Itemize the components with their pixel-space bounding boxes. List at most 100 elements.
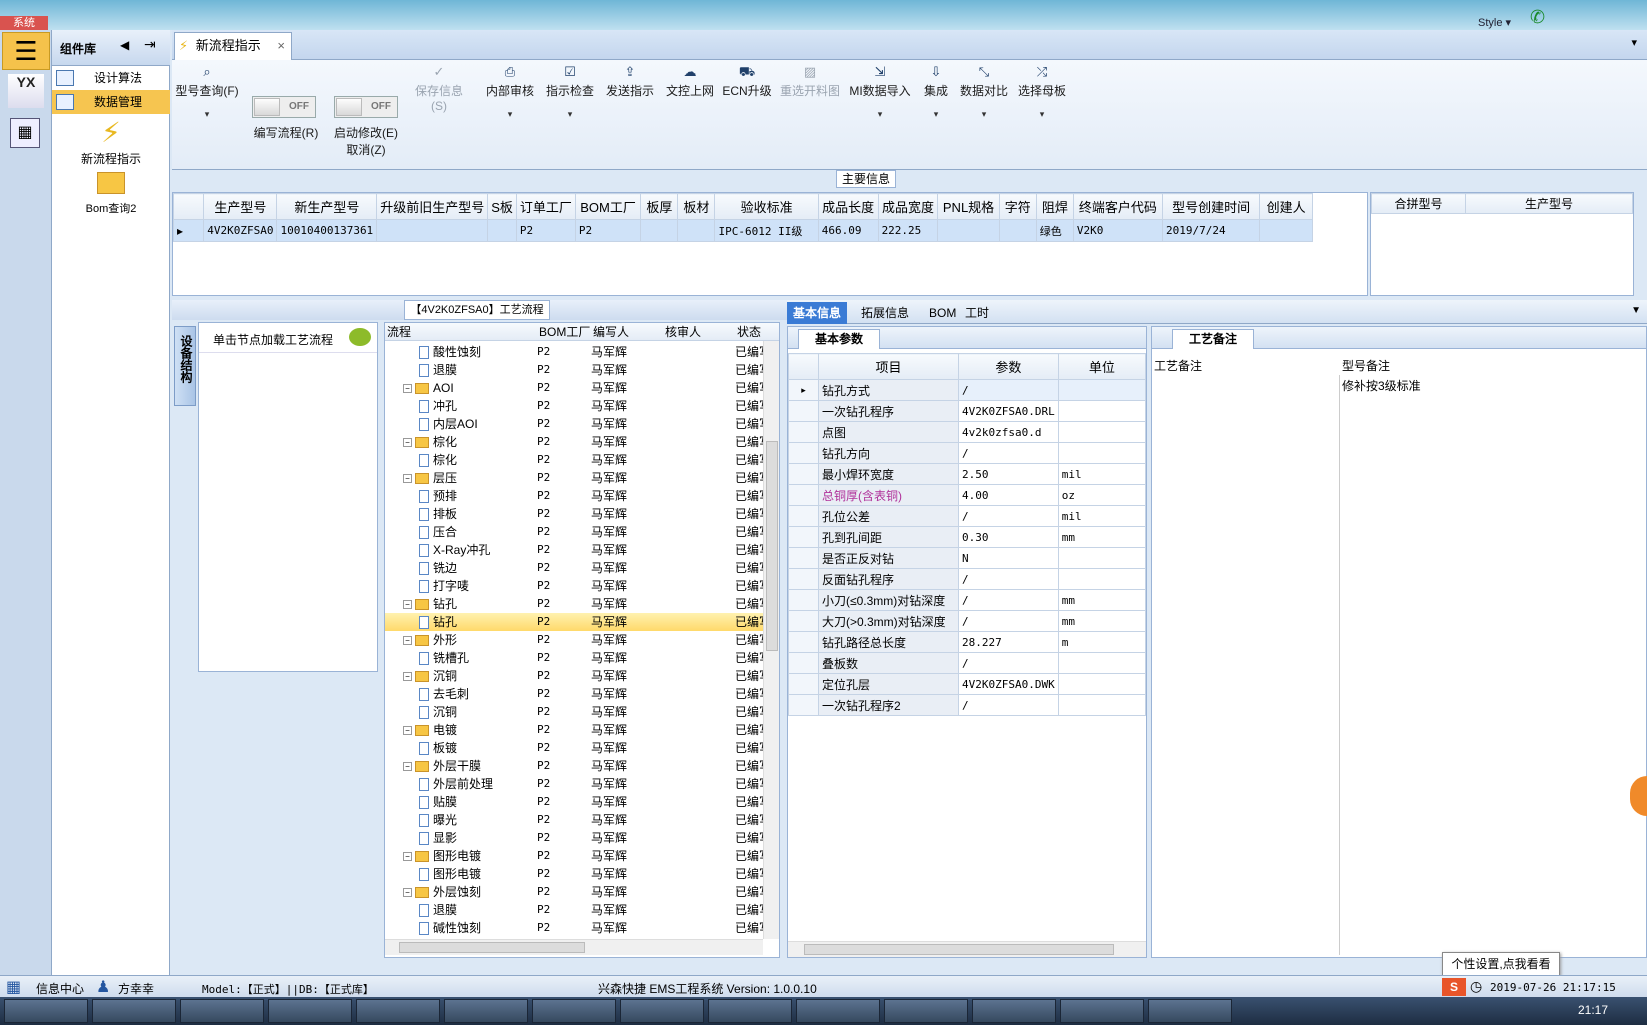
instruction-check-button[interactable]: ☑ 指示检查 ▾ bbox=[544, 64, 596, 120]
process-tree-row[interactable]: − 图形电镀 P2 马军辉 已编写 bbox=[385, 847, 763, 865]
process-tree-row[interactable]: − 层压 P2 马军辉 已编写 bbox=[385, 469, 763, 487]
write-process-toggle[interactable]: OFF bbox=[252, 96, 316, 118]
col-process[interactable]: 流程 bbox=[387, 323, 411, 341]
ecn-upgrade-button[interactable]: ⛟ ECN升级 bbox=[722, 64, 772, 99]
tab-new-process[interactable]: ⚡ 新流程指示 × bbox=[174, 32, 292, 60]
param-row[interactable]: 孔位公差 / mil bbox=[788, 505, 1147, 527]
process-tree-row[interactable]: 显影 P2 马军辉 已编写 bbox=[385, 829, 763, 847]
chevron-down-icon[interactable]: ▾ bbox=[848, 109, 912, 120]
param-row[interactable]: 叠板数 / bbox=[788, 652, 1147, 674]
collapse-icon[interactable]: − bbox=[403, 762, 412, 772]
collapse-icon[interactable]: − bbox=[403, 600, 412, 610]
main-info-column[interactable]: BOM工厂 bbox=[574, 193, 642, 220]
reselect-cut-image-button[interactable]: ▨ 重选开料图 bbox=[778, 64, 842, 99]
process-tree-row[interactable]: 排板 P2 马军辉 已编写 bbox=[385, 505, 763, 523]
process-tree-row[interactable]: − 棕化 P2 马军辉 已编写 bbox=[385, 433, 763, 451]
chevron-down-icon[interactable]: ▾ bbox=[484, 109, 536, 120]
tab-list-dropdown-icon[interactable]: ▾ bbox=[1631, 36, 1637, 49]
process-tree-row[interactable]: 铣槽孔 P2 马军辉 已编写 bbox=[385, 649, 763, 667]
collapse-icon[interactable]: − bbox=[403, 636, 412, 646]
param-value[interactable]: 28.227 bbox=[958, 631, 1059, 653]
main-info-column[interactable]: 生产型号 bbox=[203, 193, 278, 220]
sidebar-item-data-management[interactable]: 数据管理 bbox=[52, 90, 170, 114]
main-info-column[interactable]: 验收标准 bbox=[714, 193, 819, 220]
save-info-button[interactable]: ✓ 保存信息(S) bbox=[408, 64, 470, 113]
main-info-column[interactable]: 型号创建时间 bbox=[1161, 193, 1261, 220]
param-row[interactable]: 最小焊环宽度 2.50 mil bbox=[788, 463, 1147, 485]
main-info-column[interactable]: 创建人 bbox=[1259, 193, 1313, 220]
param-value[interactable]: 4V2K0ZFSA0.DRL bbox=[958, 400, 1059, 422]
taskbar-item[interactable] bbox=[1148, 999, 1232, 1023]
param-row[interactable]: ▸ 钻孔方式 / bbox=[788, 379, 1147, 401]
main-info-column[interactable]: 成品长度 bbox=[817, 193, 879, 220]
param-value[interactable]: / bbox=[958, 568, 1059, 590]
main-info-column[interactable]: 阻焊 bbox=[1035, 193, 1074, 220]
process-tree-row[interactable]: 外层前处理 P2 马军辉 已编写 bbox=[385, 775, 763, 793]
data-compare-button[interactable]: ⤡ 数据对比 ▾ bbox=[958, 64, 1010, 120]
param-value[interactable]: / bbox=[958, 694, 1059, 716]
main-info-column[interactable]: 终端客户代码 bbox=[1072, 193, 1163, 220]
col-status[interactable]: 状态 bbox=[737, 323, 761, 341]
main-info-column[interactable]: 板厚 bbox=[640, 193, 679, 220]
select-mother-board-button[interactable]: ⤮ 选择母板 ▾ bbox=[1016, 64, 1068, 120]
taskbar-item[interactable] bbox=[180, 999, 264, 1023]
param-row[interactable]: 是否正反对钻 N bbox=[788, 547, 1147, 569]
process-tree-row[interactable]: 预排 P2 马军辉 已编写 bbox=[385, 487, 763, 505]
main-info-column[interactable]: 成品宽度 bbox=[877, 193, 939, 220]
param-value[interactable]: 4.00 bbox=[958, 484, 1059, 506]
main-info-column[interactable]: 升级前旧生产型号 bbox=[376, 193, 489, 220]
process-tree-row[interactable]: X-Ray冲孔 P2 马军辉 已编写 bbox=[385, 541, 763, 559]
param-row[interactable]: 一次钻孔程序2/ bbox=[788, 694, 1147, 716]
start-edit-toggle[interactable]: OFF bbox=[334, 96, 398, 118]
device-structure-tab[interactable]: 设备结构 bbox=[174, 326, 196, 406]
taskbar-item[interactable] bbox=[356, 999, 440, 1023]
phone-icon[interactable]: ✆ bbox=[1530, 8, 1550, 26]
style-dropdown[interactable]: Style ▾ bbox=[1478, 16, 1511, 29]
param-value[interactable]: / bbox=[958, 442, 1059, 464]
collapse-icon[interactable]: − bbox=[403, 852, 412, 862]
process-tree-row[interactable]: − 电镀 P2 马军辉 已编写 bbox=[385, 721, 763, 739]
send-instruction-button[interactable]: ⇪ 发送指示 bbox=[604, 64, 656, 99]
scrollbar-thumb[interactable] bbox=[804, 944, 1114, 955]
process-tree-row[interactable]: 内层AOI P2 马军辉 已编写 bbox=[385, 415, 763, 433]
param-row[interactable]: 大刀(>0.3mm)对钻深度 / mm bbox=[788, 610, 1147, 632]
param-row[interactable]: 小刀(≤0.3mm)对钻深度 / mm bbox=[788, 589, 1147, 611]
process-tree-row[interactable]: 板镀 P2 马军辉 已编写 bbox=[385, 739, 763, 757]
tab-extended-info[interactable]: 拓展信息 bbox=[855, 302, 915, 324]
horizontal-scrollbar[interactable] bbox=[385, 939, 763, 955]
process-tree-row[interactable]: 压合 P2 马军辉 已编写 bbox=[385, 523, 763, 541]
integrate-button[interactable]: ⇩ 集成 ▾ bbox=[918, 64, 954, 120]
collapse-icon[interactable]: − bbox=[403, 384, 412, 394]
col-reviewer[interactable]: 核审人 bbox=[665, 323, 701, 341]
param-value[interactable]: N bbox=[958, 547, 1059, 569]
personalize-tooltip[interactable]: 个性设置,点我看看 bbox=[1442, 952, 1560, 976]
main-info-column[interactable]: 新生产型号 bbox=[276, 193, 378, 220]
process-tree-row[interactable]: 图形电镀 P2 马军辉 已编写 bbox=[385, 865, 763, 883]
process-tree-row[interactable]: 退膜 P2 马军辉 已编写 bbox=[385, 361, 763, 379]
chevron-down-icon[interactable]: ▼ bbox=[1631, 305, 1641, 316]
main-info-column[interactable]: PNL规格 bbox=[937, 193, 1000, 220]
param-value[interactable]: 4v2k0zfsa0.d bbox=[958, 421, 1059, 443]
chevron-down-icon[interactable]: ▾ bbox=[1016, 109, 1068, 120]
ime-icon[interactable]: S bbox=[1442, 978, 1466, 996]
tab-bom[interactable]: BOM bbox=[923, 302, 962, 324]
param-value[interactable]: / bbox=[958, 589, 1059, 611]
close-icon[interactable]: × bbox=[277, 33, 285, 59]
taskbar-item[interactable] bbox=[1060, 999, 1144, 1023]
param-value[interactable]: / bbox=[958, 505, 1059, 527]
main-info-column[interactable]: 板材 bbox=[677, 193, 716, 220]
process-tree-row[interactable]: 贴膜 P2 马军辉 已编写 bbox=[385, 793, 763, 811]
tab-work-hours[interactable]: 工时 bbox=[959, 302, 995, 324]
taskbar-item[interactable] bbox=[92, 999, 176, 1023]
taskbar-item[interactable] bbox=[4, 999, 88, 1023]
process-tree-row[interactable]: 沉铜 P2 马军辉 已编写 bbox=[385, 703, 763, 721]
taskbar-item[interactable] bbox=[884, 999, 968, 1023]
sidebar-item-design-algorithm[interactable]: 设计算法 bbox=[52, 66, 170, 90]
process-tree-row[interactable]: − AOI P2 马军辉 已编写 bbox=[385, 379, 763, 397]
param-row[interactable]: 孔到孔间距 0.30 mm bbox=[788, 526, 1147, 548]
process-tree-row[interactable]: − 沉铜 P2 马军辉 已编写 bbox=[385, 667, 763, 685]
tab-basic-info[interactable]: 基本信息 bbox=[787, 302, 848, 324]
chevron-down-icon[interactable]: ▾ bbox=[174, 109, 240, 120]
collapse-icon[interactable]: − bbox=[403, 726, 412, 736]
merge-model-column[interactable]: 合拼型号 bbox=[1371, 193, 1466, 214]
